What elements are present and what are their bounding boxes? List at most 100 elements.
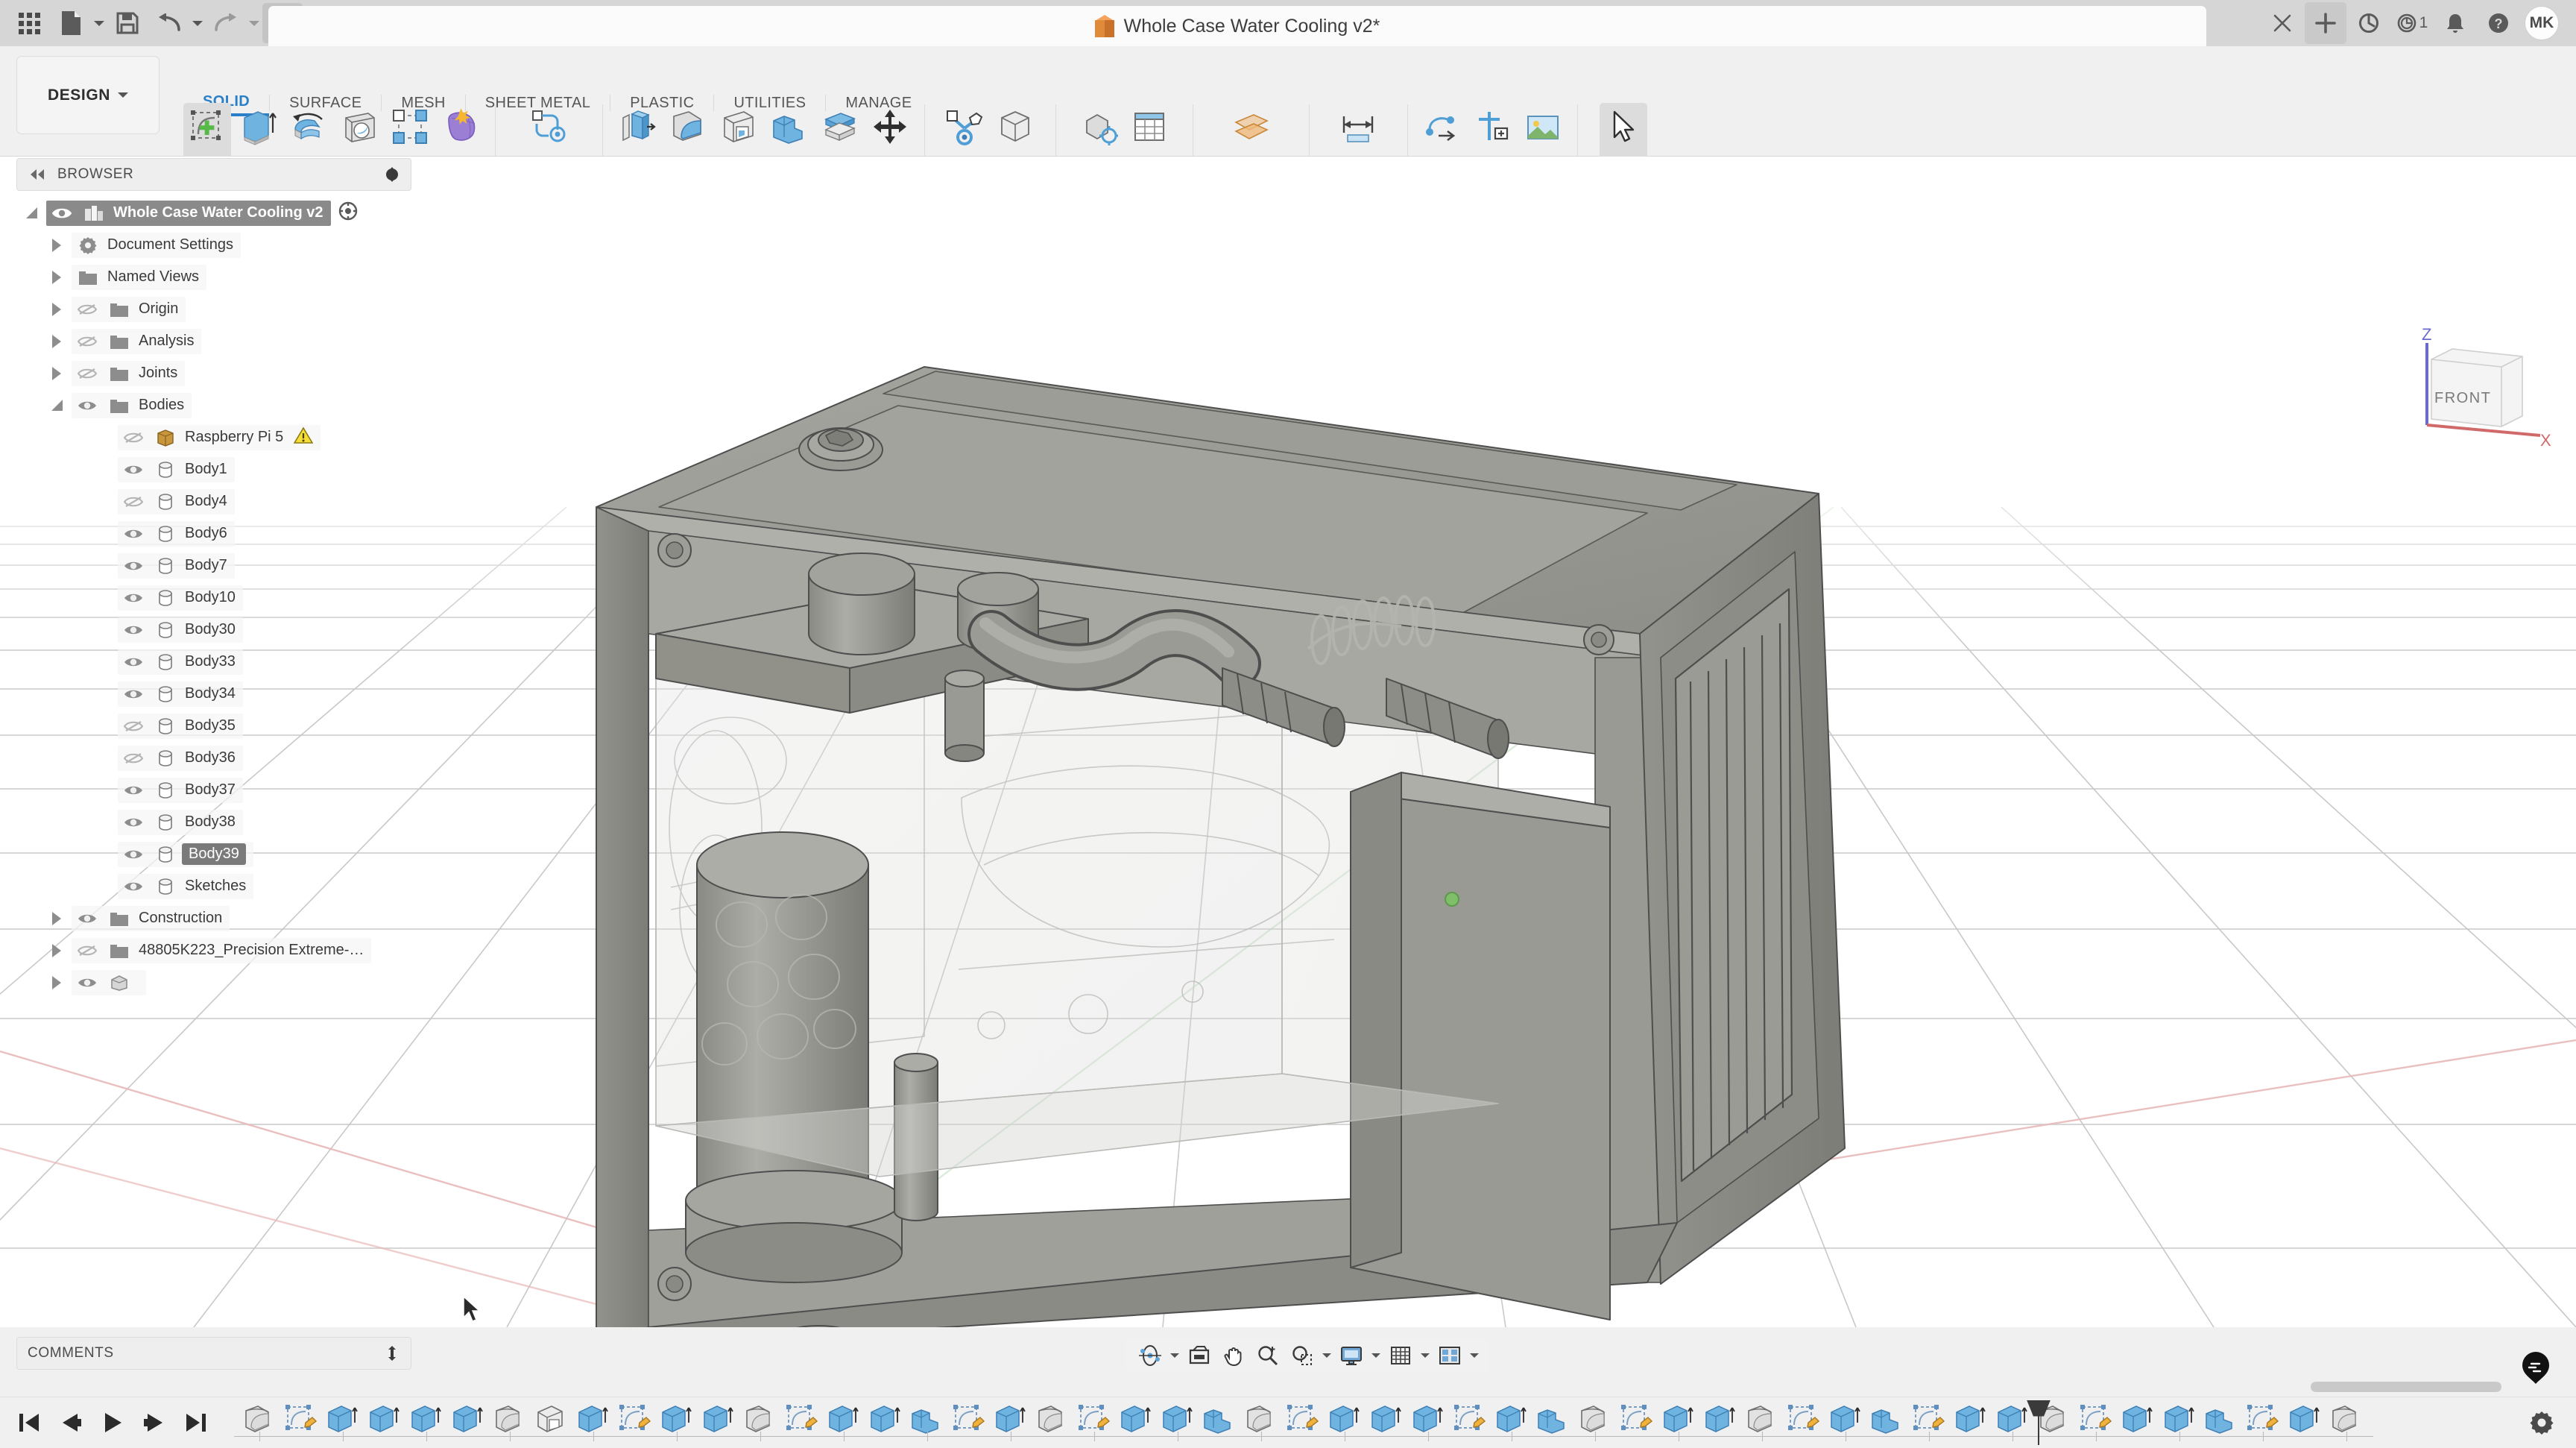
expander-closed[interactable]: [42, 366, 72, 380]
sketch-feature[interactable]: [2245, 1403, 2281, 1435]
fillet-tool[interactable]: [663, 103, 711, 161]
step-forward-icon[interactable]: [142, 1411, 167, 1434]
display-settings-caret[interactable]: [1368, 1340, 1383, 1371]
visibility-toggle[interactable]: [118, 752, 149, 765]
extrude-feature[interactable]: [408, 1403, 444, 1435]
tree-item-body36[interactable]: Body36: [16, 742, 411, 774]
tree-item-body30[interactable]: Body30: [16, 614, 411, 646]
tree-item-sketches[interactable]: Construction: [16, 902, 411, 934]
visibility-toggle[interactable]: [118, 591, 149, 605]
viewports-caret[interactable]: [1467, 1340, 1482, 1371]
fillet-feature[interactable]: [492, 1403, 528, 1435]
sketch-feature[interactable]: [2078, 1403, 2114, 1435]
extrude-feature[interactable]: [993, 1403, 1029, 1435]
extrude-feature[interactable]: [659, 1403, 695, 1435]
visibility-toggle[interactable]: [72, 335, 103, 348]
shell-feature[interactable]: [534, 1403, 569, 1435]
redo-button[interactable]: [206, 3, 246, 43]
hole-tool[interactable]: [335, 103, 383, 161]
extrude-feature[interactable]: [701, 1403, 736, 1435]
sketch-feature[interactable]: [1619, 1403, 1655, 1435]
new-file-button[interactable]: [51, 3, 91, 43]
extrude-feature[interactable]: [367, 1403, 402, 1435]
play-icon[interactable]: [100, 1411, 125, 1434]
view-cube[interactable]: Z X FRONT: [2409, 327, 2566, 450]
configuration-table-tool[interactable]: [1126, 103, 1173, 161]
fillet-feature[interactable]: [242, 1403, 277, 1435]
panel-menu-icon[interactable]: [384, 1345, 400, 1362]
fillet-feature[interactable]: [2329, 1403, 2364, 1435]
job-status-button[interactable]: 1: [2391, 2, 2433, 44]
orbit-caret[interactable]: [1167, 1340, 1182, 1371]
component-target-icon[interactable]: [338, 201, 358, 225]
pan-button[interactable]: [1216, 1340, 1251, 1371]
expander-closed[interactable]: [42, 975, 72, 989]
visibility-toggle[interactable]: [118, 623, 149, 637]
extrude-feature[interactable]: [826, 1403, 862, 1435]
tree-item-body35[interactable]: Body35: [16, 710, 411, 742]
extrude-feature[interactable]: [575, 1403, 611, 1435]
extrude-feature[interactable]: [450, 1403, 486, 1435]
measure-tool[interactable]: [1334, 103, 1382, 161]
undo-button[interactable]: [149, 3, 189, 43]
tree-item-body1[interactable]: Body1: [16, 453, 411, 485]
visibility-toggle[interactable]: [118, 527, 149, 541]
visibility-toggle[interactable]: [72, 367, 103, 380]
visibility-toggle[interactable]: [118, 687, 149, 701]
expander-closed[interactable]: [42, 270, 72, 284]
tree-item-named-views[interactable]: Named Views: [16, 261, 411, 293]
notifications-button[interactable]: [2434, 2, 2476, 44]
skip-end-icon[interactable]: [183, 1411, 209, 1434]
new-component-tool[interactable]: [991, 103, 1039, 161]
visibility-toggle[interactable]: [118, 463, 149, 476]
visibility-toggle[interactable]: [118, 816, 149, 829]
sketch-feature[interactable]: [1452, 1403, 1488, 1435]
extrude-feature[interactable]: [1494, 1403, 1530, 1435]
offset-plane-tool[interactable]: [1227, 103, 1275, 161]
extrude-feature[interactable]: [1995, 1403, 2030, 1435]
fillet-feature[interactable]: [742, 1403, 778, 1435]
extensions-button[interactable]: [2348, 2, 2390, 44]
extrude-feature[interactable]: [1702, 1403, 1738, 1435]
fit-button[interactable]: [1285, 1340, 1319, 1371]
visibility-toggle[interactable]: [118, 720, 149, 733]
extrude-feature[interactable]: [2162, 1403, 2197, 1435]
extrude-feature[interactable]: [1160, 1403, 1196, 1435]
fusion-assistant-badge[interactable]: [2521, 1351, 2551, 1384]
visibility-toggle[interactable]: [72, 912, 103, 925]
zoom-button[interactable]: [1251, 1340, 1285, 1371]
extrude-feature[interactable]: [2120, 1403, 2156, 1435]
extrude-feature[interactable]: [1368, 1403, 1404, 1435]
expander-closed[interactable]: [42, 302, 72, 316]
visibility-toggle[interactable]: [118, 431, 149, 444]
fit-caret[interactable]: [1319, 1340, 1334, 1371]
tree-item-body10[interactable]: Body10: [16, 582, 411, 614]
sketch-feature[interactable]: [784, 1403, 820, 1435]
tree-item-analysis[interactable]: Analysis: [16, 325, 411, 357]
extrude-feature[interactable]: [1953, 1403, 1989, 1435]
visibility-toggle[interactable]: [118, 495, 149, 509]
sketch-feature[interactable]: [617, 1403, 653, 1435]
extrude-feature[interactable]: [1118, 1403, 1154, 1435]
sketch-feature[interactable]: [1786, 1403, 1822, 1435]
press-pull-tool[interactable]: [613, 103, 660, 161]
insert-mcmaster-tool[interactable]: [1468, 103, 1516, 161]
expander-open[interactable]: [42, 400, 72, 411]
undo-caret[interactable]: [191, 3, 204, 43]
new-tab-button[interactable]: [2305, 2, 2346, 44]
tree-item-root[interactable]: Whole Case Water Cooling v2: [16, 197, 411, 229]
extrude-feature[interactable]: [1327, 1403, 1363, 1435]
fillet-feature[interactable]: [1744, 1403, 1780, 1435]
visibility-toggle[interactable]: [118, 559, 149, 573]
redo-caret[interactable]: [247, 3, 261, 43]
configure-design-tool[interactable]: [1075, 103, 1123, 161]
tree-item-body37[interactable]: Body37: [16, 774, 411, 806]
shell-tool[interactable]: [714, 103, 762, 161]
sketch-feature[interactable]: [1076, 1403, 1112, 1435]
revolve-tool[interactable]: [285, 103, 332, 161]
tree-item-body4[interactable]: Body4: [16, 485, 411, 517]
combine-feature[interactable]: [1869, 1403, 1905, 1435]
joint-tool[interactable]: [941, 103, 988, 161]
workspace-switcher[interactable]: DESIGN: [16, 56, 160, 134]
expander-closed[interactable]: [42, 943, 72, 957]
